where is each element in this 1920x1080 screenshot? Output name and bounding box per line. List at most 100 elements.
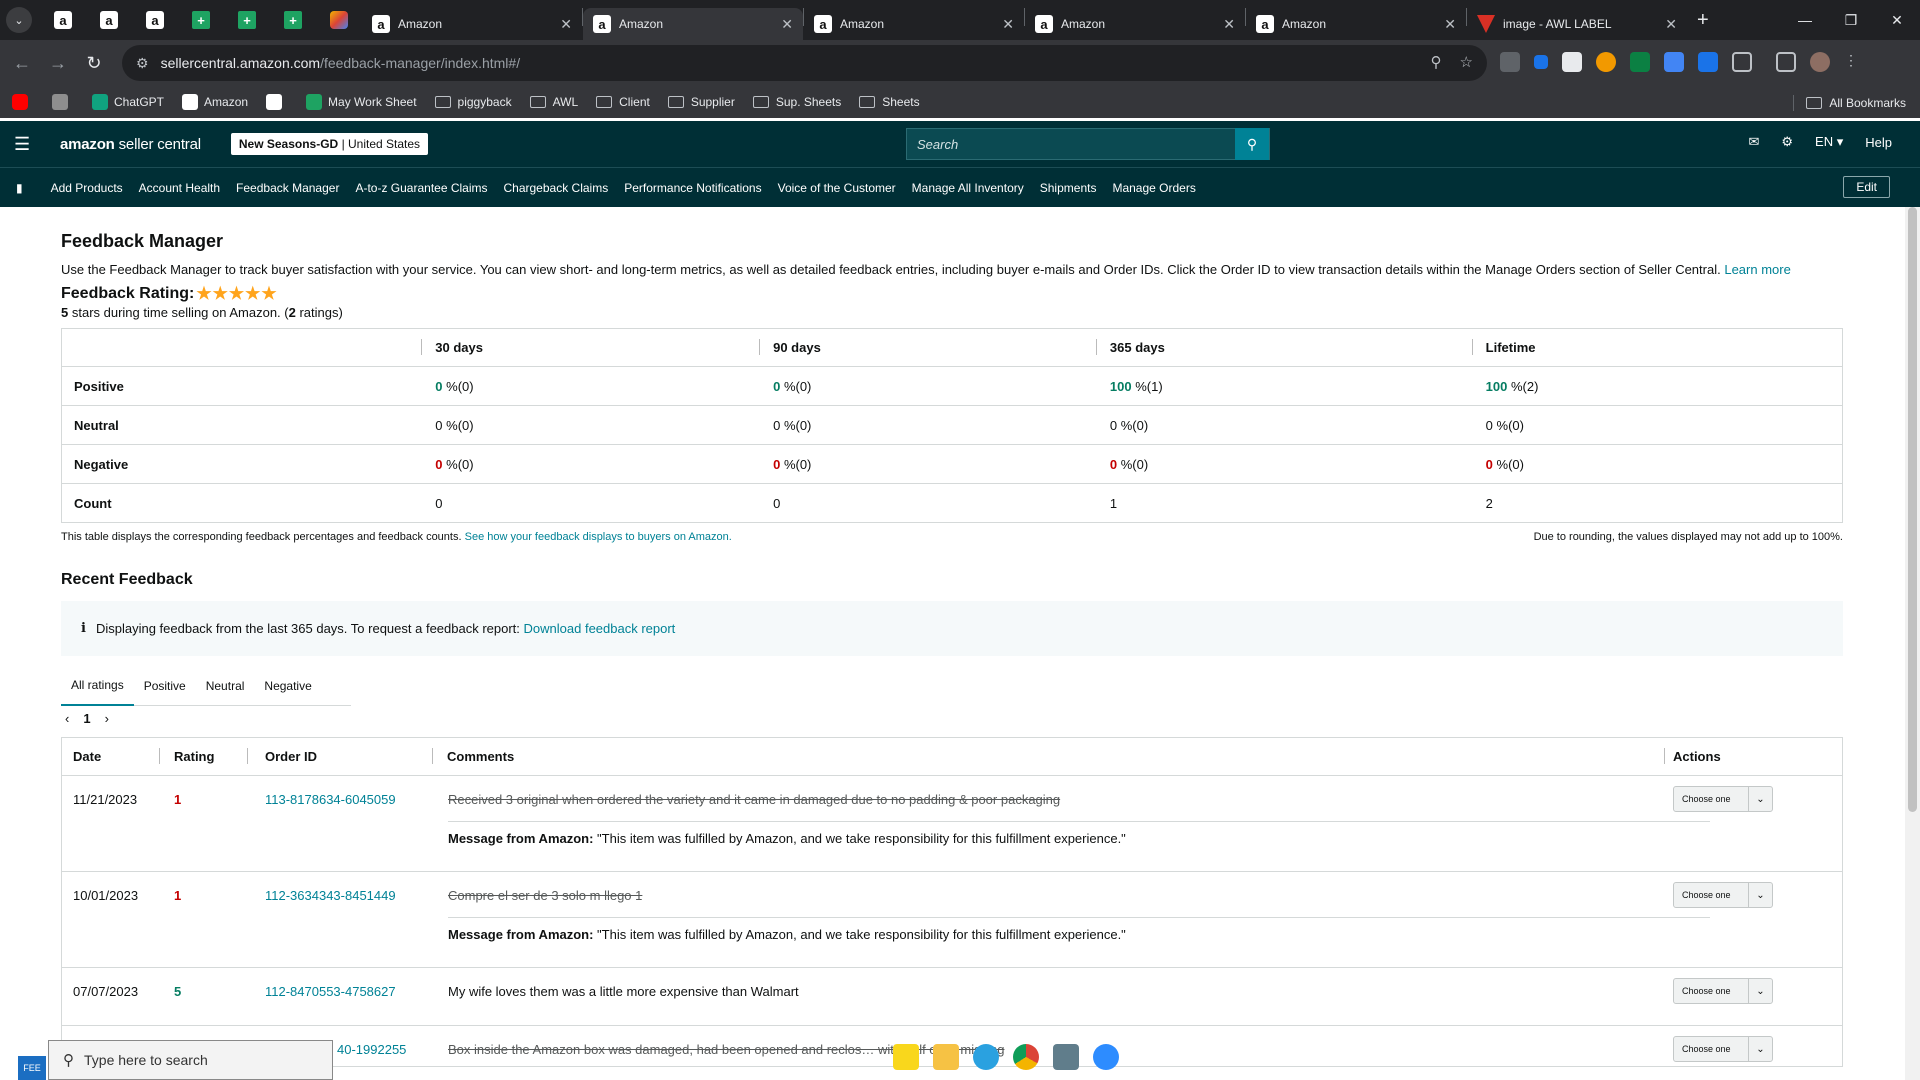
bookmark-item[interactable] (12, 94, 34, 110)
browser-menu-icon[interactable]: ⋮ (1844, 52, 1858, 72)
order-id-link[interactable]: 112-3634343-8451449 (265, 888, 396, 903)
settings-gear-icon[interactable]: ⚙ (1781, 134, 1793, 150)
filter-tab[interactable]: Neutral (196, 666, 255, 706)
nav-item[interactable]: Voice of the Customer (778, 181, 896, 195)
chrome-icon[interactable] (1013, 1044, 1039, 1070)
telegram-icon[interactable] (973, 1044, 999, 1070)
current-page[interactable]: 1 (83, 711, 90, 726)
nav-item[interactable]: Shipments (1040, 181, 1097, 195)
close-tab-icon[interactable]: ✕ (560, 16, 572, 33)
bookmark-item[interactable]: Client (596, 95, 650, 109)
filter-tab[interactable]: All ratings (61, 666, 134, 706)
nav-item[interactable]: Account Health (139, 181, 220, 195)
pinned-tab[interactable]: + (270, 0, 316, 40)
pinned-tab[interactable]: a (132, 0, 178, 40)
nav-item[interactable]: Add Products (51, 181, 123, 195)
tab-search-icon[interactable]: ⌄ (6, 7, 32, 33)
taskbar-app[interactable]: FEE (18, 1056, 46, 1080)
search-icon[interactable]: ⚲ (1235, 128, 1269, 160)
pinned-tab[interactable]: + (224, 0, 270, 40)
scrollbar-thumb[interactable] (1908, 207, 1917, 812)
profile-avatar[interactable] (1810, 52, 1830, 72)
extension-puzzle-blue-icon[interactable] (1534, 55, 1548, 69)
filter-tab[interactable]: Negative (254, 666, 321, 706)
nav-item[interactable]: Manage Orders (1112, 181, 1195, 195)
search-input[interactable] (907, 129, 1235, 159)
extension-calculator-icon[interactable] (1664, 52, 1684, 72)
calculator-icon[interactable] (1053, 1044, 1079, 1070)
bookmark-item[interactable]: May Work Sheet (306, 94, 417, 110)
bookmark-item[interactable]: Sheets (859, 95, 920, 109)
learn-more-link[interactable]: Learn more (1724, 262, 1790, 277)
page-scrollbar[interactable] (1905, 207, 1920, 1080)
bookmark-item[interactable] (52, 94, 74, 110)
bookmark-item[interactable]: AWL (529, 95, 578, 109)
close-tab-icon[interactable]: ✕ (1665, 16, 1677, 33)
order-id-link[interactable]: 112-8470553-4758627 (265, 984, 396, 999)
bookmark-item[interactable]: piggyback (434, 95, 512, 109)
reload-icon[interactable]: ↻ (76, 53, 112, 74)
next-page-icon[interactable]: › (105, 711, 109, 726)
order-id-link[interactable]: 113-8178634-6045059 (265, 792, 396, 807)
bookmark-icon[interactable]: ▮ (16, 181, 23, 195)
hamburger-menu-icon[interactable]: ☰ (14, 134, 36, 155)
bookmark-item[interactable]: Amazon (182, 94, 248, 110)
minimize-icon[interactable]: — (1782, 12, 1828, 28)
taskbar-search[interactable]: ⚲ Type here to search (48, 1040, 333, 1080)
bookmark-item[interactable]: Supplier (667, 95, 735, 109)
actions-dropdown[interactable]: Choose one ⌄ (1673, 882, 1773, 908)
new-tab-button[interactable]: + (1697, 9, 1709, 32)
extension-image-icon[interactable] (1562, 52, 1582, 72)
pinned-tab[interactable] (316, 0, 362, 40)
store-selector[interactable]: New Seasons-GD | United States (230, 133, 429, 155)
pinned-tab[interactable]: a (86, 0, 132, 40)
forward-icon[interactable]: → (40, 53, 76, 74)
bookmark-star-icon[interactable]: ☆ (1460, 53, 1473, 71)
seller-central-logo[interactable]: amazon seller central (60, 136, 201, 153)
side-panel-icon[interactable] (1776, 52, 1796, 72)
browser-tab[interactable]: a Amazon ✕ (804, 8, 1024, 40)
prev-page-icon[interactable]: ‹ (65, 711, 69, 726)
file-explorer-icon[interactable] (933, 1044, 959, 1070)
extension-ms-icon[interactable] (1698, 52, 1718, 72)
extensions-icon[interactable] (1732, 52, 1752, 72)
zoom-icon[interactable]: ⚲ (1431, 53, 1442, 71)
browser-tab[interactable]: a Amazon ✕ (362, 8, 582, 40)
nav-item[interactable]: Manage All Inventory (912, 181, 1024, 195)
zoom-app-icon[interactable] (1093, 1044, 1119, 1070)
edit-nav-button[interactable]: Edit (1843, 176, 1890, 198)
buyer-display-link[interactable]: See how your feedback displays to buyers… (465, 531, 732, 543)
browser-tab[interactable]: image - AWL LABEL ✕ (1467, 8, 1687, 40)
close-window-icon[interactable]: ✕ (1874, 12, 1920, 29)
close-tab-icon[interactable]: ✕ (1002, 16, 1014, 33)
close-tab-icon[interactable]: ✕ (1223, 16, 1235, 33)
mail-icon[interactable]: ✉ (1748, 134, 1759, 150)
actions-dropdown[interactable]: Choose one ⌄ (1673, 1036, 1773, 1062)
bookmark-item[interactable] (266, 94, 288, 110)
sticky-notes-icon[interactable] (893, 1044, 919, 1070)
pinned-tab[interactable]: a (40, 0, 86, 40)
extension-rs-icon[interactable] (1630, 52, 1650, 72)
actions-dropdown[interactable]: Choose one ⌄ (1673, 786, 1773, 812)
browser-tab[interactable]: a Amazon ✕ (1025, 8, 1245, 40)
browser-tab[interactable]: a Amazon ✕ (1246, 8, 1466, 40)
download-report-link[interactable]: Download feedback report (524, 621, 676, 636)
help-link[interactable]: Help (1865, 135, 1892, 150)
extension-orange-icon[interactable] (1596, 52, 1616, 72)
language-selector[interactable]: EN ▾ (1815, 134, 1843, 150)
url-bar[interactable]: ⚙ sellercentral.amazon.com/feedback-mana… (122, 45, 1487, 81)
nav-item[interactable]: Performance Notifications (624, 181, 761, 195)
site-info-icon[interactable]: ⚙ (136, 55, 149, 72)
extension-off-icon[interactable] (1500, 52, 1520, 72)
bookmark-item[interactable]: ChatGPT (92, 94, 164, 110)
nav-item[interactable]: A-to-z Guarantee Claims (355, 181, 487, 195)
all-bookmarks[interactable]: All Bookmarks (1793, 95, 1906, 111)
close-tab-icon[interactable]: ✕ (1444, 16, 1456, 33)
order-id-link[interactable]: 40-1992255 (337, 1042, 406, 1057)
actions-dropdown[interactable]: Choose one ⌄ (1673, 978, 1773, 1004)
browser-tab[interactable]: a Amazon ✕ (583, 8, 803, 40)
back-icon[interactable]: ← (4, 53, 40, 74)
filter-tab[interactable]: Positive (134, 666, 196, 706)
nav-item[interactable]: Feedback Manager (236, 181, 339, 195)
bookmark-item[interactable]: Sup. Sheets (752, 95, 841, 109)
